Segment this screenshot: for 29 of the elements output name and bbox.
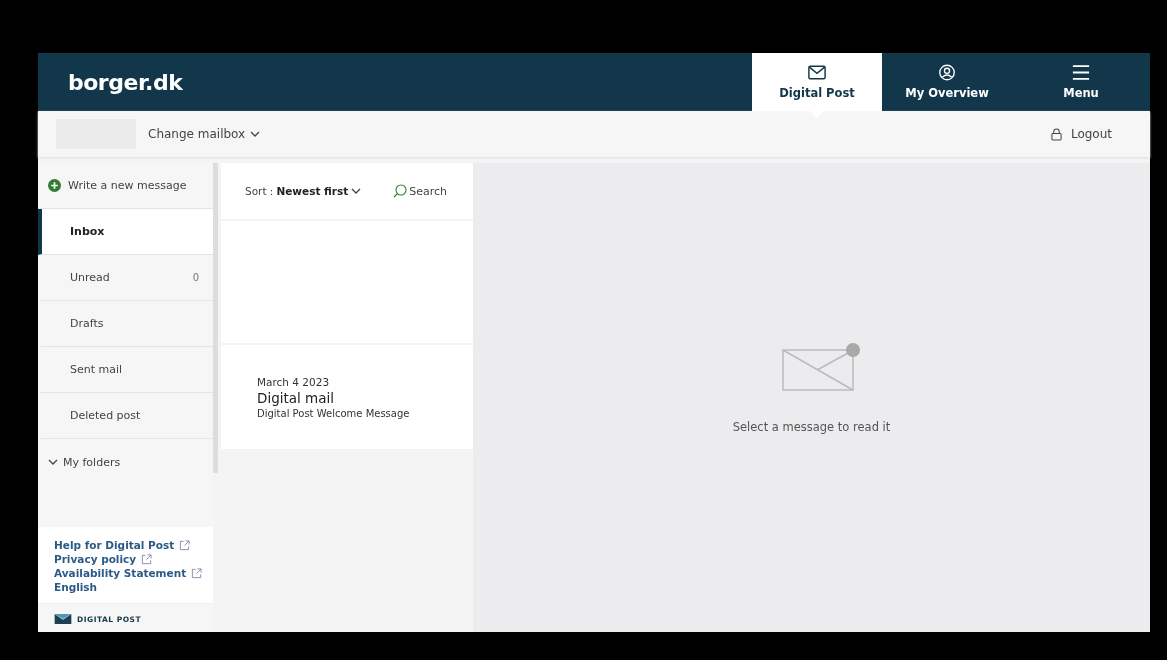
envelope-logo-icon <box>54 614 72 624</box>
lock-icon <box>1050 127 1062 141</box>
logout-button[interactable]: Logout <box>1050 127 1112 141</box>
nav-tab[interactable]: My Overview <box>882 53 1012 111</box>
envelope-icon <box>808 64 826 81</box>
search-icon <box>393 184 408 198</box>
scrollbar[interactable] <box>213 163 218 473</box>
empty-state-text: Select a message to read it <box>732 419 891 434</box>
menu-icon <box>1072 64 1090 81</box>
footer-link[interactable]: Privacy policy <box>54 553 205 565</box>
plus-icon <box>48 179 61 192</box>
message-date: March 4 2023 <box>257 375 331 388</box>
chevron-down-icon <box>351 188 362 194</box>
chevron-down-icon <box>48 459 58 465</box>
footer-link[interactable]: Help for Digital Post <box>54 539 205 551</box>
nav-tab[interactable]: Menu <box>1012 53 1150 111</box>
search-button[interactable]: Search <box>393 184 447 198</box>
footer-link[interactable]: Availability Statement <box>54 567 205 579</box>
chevron-down-icon <box>250 131 261 137</box>
sort-dropdown[interactable]: Sort : Newest first <box>245 185 362 197</box>
message-item[interactable]: March 4 2023 Digital mail Digital Post Welcome Message <box>221 345 473 449</box>
change-mailbox-button[interactable]: Change mailbox <box>148 127 261 141</box>
folder-item[interactable]: Inbox <box>38 209 213 255</box>
message-sender: Digital mail <box>257 389 335 406</box>
envelope-notification-icon <box>779 341 860 392</box>
site-logo[interactable]: borger.dk <box>68 69 183 95</box>
footer-link[interactable]: English <box>54 581 205 593</box>
user-icon <box>938 64 956 81</box>
message-subject: Digital Post Welcome Message <box>257 407 411 419</box>
